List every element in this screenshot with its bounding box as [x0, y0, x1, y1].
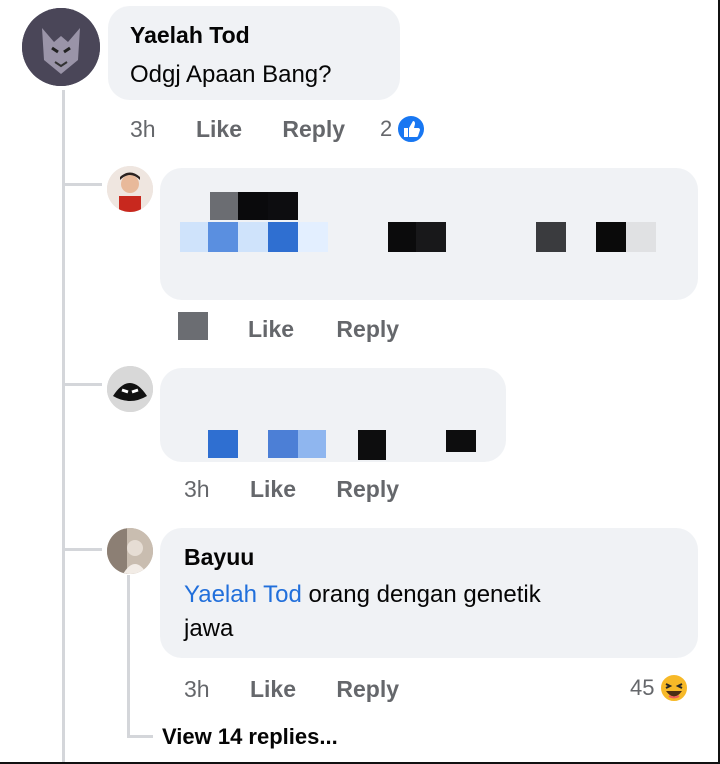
- comment-text-part: jawa: [184, 615, 234, 642]
- comment-time[interactable]: 3h: [184, 676, 210, 702]
- reply-button[interactable]: Reply: [282, 116, 345, 142]
- thread-branch-sub: [127, 735, 153, 738]
- avatar-image-icon: [22, 8, 100, 86]
- reply-button[interactable]: Reply: [336, 676, 399, 702]
- avatar[interactable]: [107, 366, 153, 412]
- reply-button[interactable]: Reply: [336, 316, 399, 342]
- reaction-count-value: 45: [630, 675, 655, 700]
- thread-branch: [62, 183, 102, 186]
- reply-button[interactable]: Reply: [336, 476, 399, 502]
- like-button[interactable]: Like: [196, 116, 242, 142]
- avatar[interactable]: [107, 166, 153, 212]
- avatar-image-icon: [107, 166, 153, 212]
- avatar[interactable]: [107, 528, 153, 574]
- reaction-count[interactable]: 45: [630, 672, 690, 704]
- comment-text: Odgj Apaan Bang?: [130, 61, 332, 88]
- view-replies-link[interactable]: View 14 replies...: [162, 724, 338, 750]
- thread-line-sub: [127, 575, 130, 735]
- avatar[interactable]: [22, 8, 100, 86]
- comment-bubble: Bayuu Yaelah Tod orang dengan genetik ja…: [160, 528, 698, 658]
- comment-actions: 3h Like Reply: [184, 676, 433, 703]
- reaction-count[interactable]: 2: [380, 114, 427, 144]
- avatar-image-icon: [107, 528, 153, 574]
- like-button[interactable]: Like: [250, 476, 296, 502]
- comment-bubble: Yaelah Tod Odgj Apaan Bang?: [108, 6, 400, 100]
- avatar-image-icon: [107, 366, 153, 412]
- comment-text: Yaelah Tod orang dengan genetik jawa: [184, 578, 684, 646]
- comment-time[interactable]: 3h: [184, 476, 210, 502]
- comment-text-part: orang dengan genetik: [301, 581, 541, 608]
- thread-line-main: [62, 90, 65, 764]
- mention-link[interactable]: Yaelah Tod: [184, 581, 302, 608]
- comment-actions: 3h Like Reply: [184, 476, 433, 503]
- comment-author[interactable]: Bayuu: [184, 544, 254, 571]
- like-button[interactable]: Like: [248, 316, 294, 342]
- comment-actions: Like Reply: [248, 316, 433, 343]
- like-reaction-icon: [396, 114, 427, 144]
- thread-branch: [62, 383, 102, 386]
- haha-reaction-icon: [659, 673, 690, 703]
- comment-time[interactable]: 3h: [130, 116, 156, 142]
- comment-author[interactable]: Yaelah Tod: [130, 22, 250, 49]
- comment-actions: 3h Like Reply: [130, 116, 379, 143]
- like-button[interactable]: Like: [250, 676, 296, 702]
- thread-branch: [62, 548, 102, 551]
- reaction-count-value: 2: [380, 116, 393, 141]
